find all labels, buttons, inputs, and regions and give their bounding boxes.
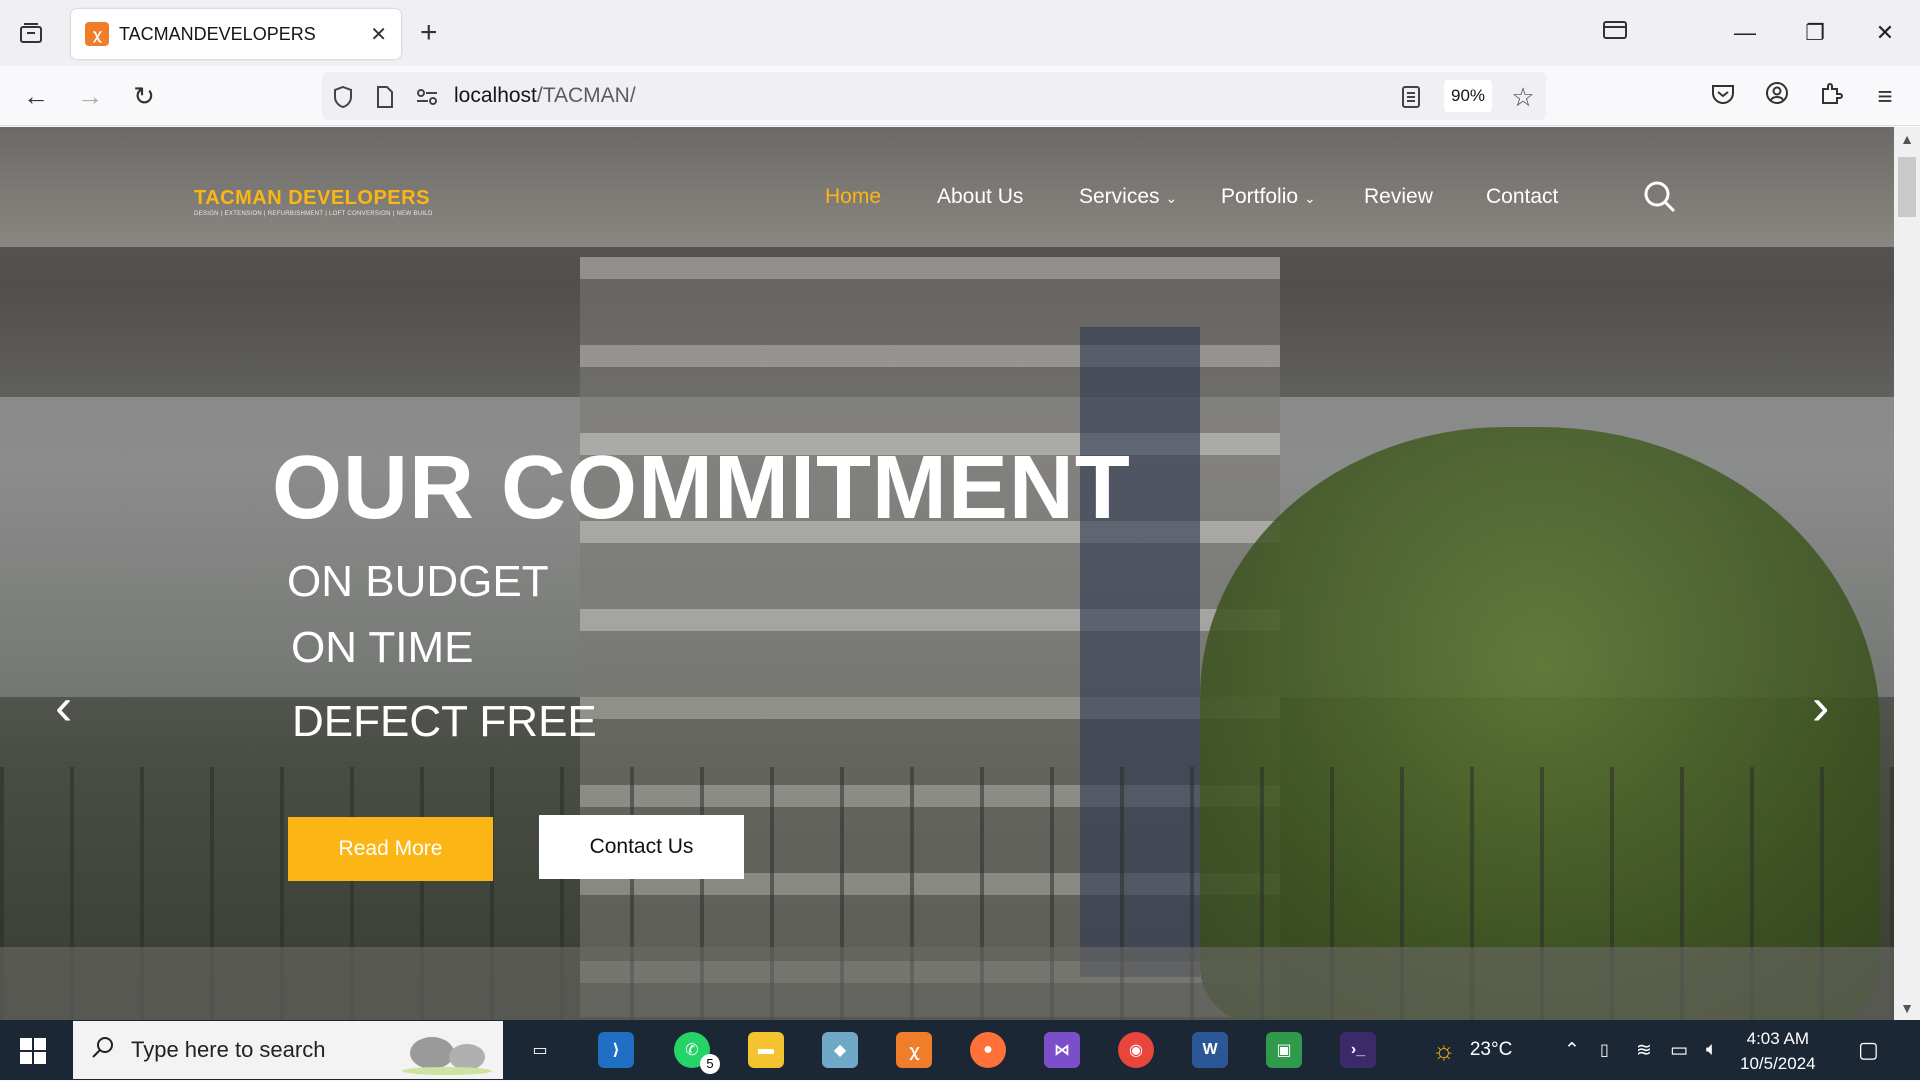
scroll-down-icon[interactable]: ▼ [1894,1000,1920,1016]
clock-time: 4:03 AM [1746,1029,1809,1048]
pocket-icon[interactable] [1707,80,1739,112]
new-tab-icon[interactable]: + [420,16,438,50]
read-more-button[interactable]: Read More [288,817,493,881]
reload-icon[interactable]: ↻ [128,80,160,112]
search-icon[interactable] [1643,180,1677,214]
menu-about[interactable]: About Us [937,185,1023,209]
hero-line-defect: DEFECT FREE [292,697,597,746]
menu-review[interactable]: Review [1364,185,1433,209]
tab-title: TACMANDEVELOPERS [119,23,316,44]
permissions-icon[interactable] [414,84,440,110]
window-close-icon[interactable]: ✕ [1850,20,1920,46]
windows-taskbar: Type here to search ▭ ⟩ ✆ 5 ▬ ◆ ꭓ ● ⋈ ◉ … [0,1020,1920,1080]
menu-contact[interactable]: Contact [1486,185,1558,209]
contact-us-button[interactable]: Contact Us [539,815,744,879]
file-explorer-icon[interactable]: ▬ [748,1032,784,1068]
url-text[interactable]: localhost/TACMAN/ [454,84,636,108]
show-hidden-icons-icon[interactable]: ⌃ [1564,1020,1580,1080]
scroll-up-icon[interactable]: ▲ [1894,131,1920,147]
hero-headline: OUR COMMITMENT [272,438,1131,538]
menu-services-label: Services [1079,185,1160,208]
logo-tagline: DESIGN | EXTENSION | REFURBISHMENT | LOF… [194,211,433,217]
menu-home[interactable]: Home [825,185,881,209]
volume-icon[interactable]: 🔈︎ [1706,1020,1717,1080]
close-tab-icon[interactable]: ✕ [370,22,387,47]
word-icon[interactable]: W [1192,1032,1228,1068]
device-icon[interactable]: ▯ [1600,1020,1609,1080]
hero-section: TACMAN DEVELOPERS DESIGN | EXTENSION | R… [0,127,1894,1020]
battery-icon[interactable]: ▭ [1670,1020,1688,1080]
task-view-icon[interactable]: ▭ [522,1032,558,1068]
menu-services[interactable]: Services ⌄ [1079,185,1177,209]
notifications-icon[interactable]: ▢ [1858,1020,1879,1080]
browser-tab[interactable]: ꭓ TACMANDEVELOPERS ✕ [71,9,401,59]
site-logo[interactable]: TACMAN DEVELOPERS DESIGN | EXTENSION | R… [194,187,433,217]
taskbar-search-box[interactable]: Type here to search [73,1021,503,1079]
chrome-icon[interactable]: ◉ [1118,1032,1154,1068]
menu-portfolio[interactable]: Portfolio ⌄ [1221,185,1316,209]
minimize-icon[interactable]: — [1710,20,1780,46]
url-bar[interactable]: localhost/TACMAN/ 90% ☆ [322,72,1546,120]
browser-tab-bar: ꭓ TACMANDEVELOPERS ✕ + — ❐ ✕ [0,0,1920,66]
whatsapp-badge: 5 [700,1054,720,1074]
bookmark-star-icon[interactable]: ☆ [1510,82,1536,112]
windows-start-icon[interactable] [20,1038,46,1069]
weather-widget[interactable]: ☼ 23°C [1432,1020,1512,1080]
clock-date: 10/5/2024 [1740,1054,1816,1073]
zoom-level[interactable]: 90% [1444,80,1492,112]
chevron-down-icon: ⌄ [1304,190,1316,206]
browser-view-icon[interactable] [1580,20,1650,46]
search-icon [91,1035,115,1065]
browser-navigation-bar: ← → ↻ localhost/TACMAN/ 90% ☆ ≡ [0,66,1920,126]
tab-list-icon[interactable] [14,20,48,46]
menu-portfolio-label: Portfolio [1221,185,1299,208]
firefox-icon[interactable]: ● [970,1032,1006,1068]
carousel-next-icon[interactable]: › [1812,677,1829,737]
url-path: /TACMAN/ [536,84,636,107]
chevron-down-icon: ⌄ [1165,190,1178,206]
menu-hamburger-icon[interactable]: ≡ [1869,80,1901,112]
hero-floor [0,947,1894,1020]
hero-line-budget: ON BUDGET [287,557,549,606]
notes-app-icon[interactable]: ◆ [822,1032,858,1068]
shield-icon[interactable] [330,84,356,110]
scroll-thumb[interactable] [1898,157,1916,217]
xampp-icon[interactable]: ꭓ [896,1032,932,1068]
logo-name: TACMAN DEVELOPERS [194,187,430,209]
vscode-icon[interactable]: ⟩ [598,1032,634,1068]
extensions-icon[interactable] [1815,80,1847,112]
meet-icon[interactable]: ▣ [1266,1032,1302,1068]
wifi-icon[interactable]: ≋ [1636,1020,1652,1080]
back-icon[interactable]: ← [20,80,52,112]
reader-view-icon[interactable] [1398,84,1424,110]
clock[interactable]: 4:03 AM 10/5/2024 [1740,1026,1816,1076]
xampp-favicon-icon: ꭓ [85,22,109,46]
account-icon[interactable] [1761,80,1793,112]
url-host: localhost [454,84,537,107]
visual-studio-icon[interactable]: ⋈ [1044,1032,1080,1068]
restore-icon[interactable]: ❐ [1780,20,1850,46]
page-info-icon[interactable] [372,84,398,110]
carousel-prev-icon[interactable]: ‹ [55,677,72,737]
elephants-illustration-icon [397,1025,497,1075]
taskbar-search-placeholder: Type here to search [131,1037,326,1062]
page-scrollbar[interactable]: ▲ ▼ [1894,127,1920,1020]
forward-icon[interactable]: → [74,80,106,112]
temperature: 23°C [1469,1039,1513,1060]
hero-line-time: ON TIME [291,623,474,672]
weather-icon: ☼ [1432,1034,1456,1065]
terminal-icon[interactable]: ›_ [1340,1032,1376,1068]
